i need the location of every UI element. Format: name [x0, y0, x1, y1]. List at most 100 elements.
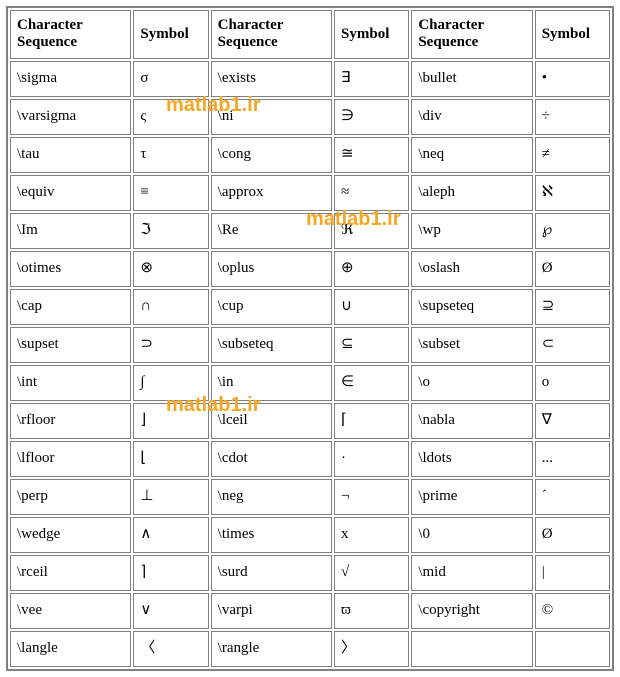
sequence-cell: \sigma	[10, 61, 131, 97]
sequence-cell: \Re	[211, 213, 332, 249]
symbol-cell: ∧	[133, 517, 208, 553]
sequence-cell: \mid	[411, 555, 532, 591]
symbol-cell: ∩	[133, 289, 208, 325]
table-row: \vee∨\varpiϖ\copyright©	[10, 593, 610, 629]
symbol-cell: ≠	[535, 137, 610, 173]
symbol-cell: τ	[133, 137, 208, 173]
sequence-cell: \varsigma	[10, 99, 131, 135]
symbol-cell: ∪	[334, 289, 409, 325]
symbol-cell: ⊃	[133, 327, 208, 363]
symbol-cell: ∋	[334, 99, 409, 135]
sequence-cell: \int	[10, 365, 131, 401]
sequence-cell: \perp	[10, 479, 131, 515]
table-row: \supset⊃\subseteq⊆\subset⊂	[10, 327, 610, 363]
sequence-cell: \neg	[211, 479, 332, 515]
symbol-cell: ⊇	[535, 289, 610, 325]
symbol-cell: ⌋	[133, 403, 208, 439]
table-row: \otimes⊗\oplus⊕\oslashØ	[10, 251, 610, 287]
sequence-cell: \wp	[411, 213, 532, 249]
symbol-cell: √	[334, 555, 409, 591]
symbol-table: Character Sequence Symbol Character Sequ…	[6, 6, 614, 671]
symbol-cell: ℵ	[535, 175, 610, 211]
sequence-cell: \Im	[10, 213, 131, 249]
sequence-cell: \supseteq	[411, 289, 532, 325]
table-row: \int∫\in∈\oο	[10, 365, 610, 401]
symbol-cell: ∨	[133, 593, 208, 629]
sequence-cell: \oslash	[411, 251, 532, 287]
table-row: \langle〈\rangle〉	[10, 631, 610, 667]
sequence-cell: \ni	[211, 99, 332, 135]
symbol-cell: x	[334, 517, 409, 553]
symbol-cell	[535, 631, 610, 667]
symbol-cell: ⊕	[334, 251, 409, 287]
symbol-cell: 〉	[334, 631, 409, 667]
table-row: \tauτ\cong≅\neq≠	[10, 137, 610, 173]
table-row: \lfloor⌊\cdot·\ldots...	[10, 441, 610, 477]
sequence-cell: \vee	[10, 593, 131, 629]
sequence-cell: \approx	[211, 175, 332, 211]
symbol-cell: ⊗	[133, 251, 208, 287]
symbol-cell: ´	[535, 479, 610, 515]
sequence-cell: \aleph	[411, 175, 532, 211]
symbol-cell: ≅	[334, 137, 409, 173]
table-row: \wedge∧\timesx\0Ø	[10, 517, 610, 553]
sequence-cell: \nabla	[411, 403, 532, 439]
sequence-cell: \subset	[411, 327, 532, 363]
symbol-cell: •	[535, 61, 610, 97]
symbol-cell: ∫	[133, 365, 208, 401]
symbol-cell: ≈	[334, 175, 409, 211]
symbol-cell: ∃	[334, 61, 409, 97]
symbol-cell: ·	[334, 441, 409, 477]
sequence-cell: \in	[211, 365, 332, 401]
symbol-cell: ℑ	[133, 213, 208, 249]
table-header-row: Character Sequence Symbol Character Sequ…	[10, 10, 610, 59]
symbol-cell: ℘	[535, 213, 610, 249]
sequence-cell: \lfloor	[10, 441, 131, 477]
symbol-cell: ℜ	[334, 213, 409, 249]
symbol-cell: Ø	[535, 251, 610, 287]
sequence-cell: \langle	[10, 631, 131, 667]
symbol-cell: ⌉	[133, 555, 208, 591]
sequence-cell: \o	[411, 365, 532, 401]
symbol-cell: 〈	[133, 631, 208, 667]
symbol-cell: ⌊	[133, 441, 208, 477]
sequence-cell: \cup	[211, 289, 332, 325]
symbol-cell: ο	[535, 365, 610, 401]
sequence-cell: \copyright	[411, 593, 532, 629]
symbol-cell: ϖ	[334, 593, 409, 629]
page-root: matlab1.ir matlab1.ir matlab1.ir Charact…	[6, 6, 614, 671]
symbol-cell: ⌈	[334, 403, 409, 439]
symbol-cell: ∇	[535, 403, 610, 439]
symbol-cell: ÷	[535, 99, 610, 135]
sequence-cell: \div	[411, 99, 532, 135]
table-row: \equiv≡\approx≈\alephℵ	[10, 175, 610, 211]
table-row: \perp⊥\neg¬\prime´	[10, 479, 610, 515]
table-row: \rceil⌉\surd√\mid|	[10, 555, 610, 591]
header-seq-1: Character Sequence	[10, 10, 131, 59]
sequence-cell: \wedge	[10, 517, 131, 553]
header-seq-2: Character Sequence	[211, 10, 332, 59]
sequence-cell: \lceil	[211, 403, 332, 439]
sequence-cell: \otimes	[10, 251, 131, 287]
table-row: \cap∩\cup∪\supseteq⊇	[10, 289, 610, 325]
sequence-cell: \cap	[10, 289, 131, 325]
symbol-cell: ≡	[133, 175, 208, 211]
symbol-cell: ¬	[334, 479, 409, 515]
table-row: \sigmaσ\exists∃\bullet•	[10, 61, 610, 97]
symbol-cell: ∈	[334, 365, 409, 401]
sequence-cell: \rfloor	[10, 403, 131, 439]
header-seq-3: Character Sequence	[411, 10, 532, 59]
table-row: \rfloor⌋\lceil⌈\nabla∇	[10, 403, 610, 439]
table-row: \varsigmaς\ni∋\div÷	[10, 99, 610, 135]
header-sym-2: Symbol	[334, 10, 409, 59]
sequence-cell: \cong	[211, 137, 332, 173]
symbol-cell: ⊆	[334, 327, 409, 363]
sequence-cell: \tau	[10, 137, 131, 173]
symbol-cell: Ø	[535, 517, 610, 553]
sequence-cell: \ldots	[411, 441, 532, 477]
sequence-cell: \varpi	[211, 593, 332, 629]
sequence-cell: \0	[411, 517, 532, 553]
symbol-cell: ⊂	[535, 327, 610, 363]
sequence-cell: \oplus	[211, 251, 332, 287]
sequence-cell: \bullet	[411, 61, 532, 97]
